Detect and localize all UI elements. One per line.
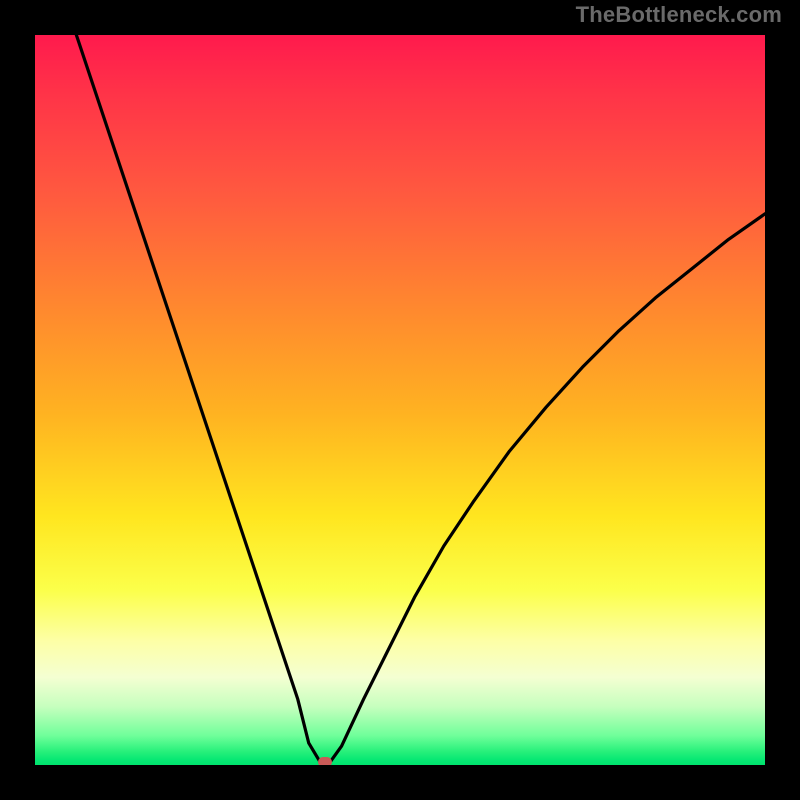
bottleneck-curve bbox=[35, 35, 765, 765]
plot-area bbox=[35, 35, 765, 765]
plot-outer-border bbox=[25, 25, 775, 775]
chart-frame: TheBottleneck.com bbox=[0, 0, 800, 800]
optimal-point-marker bbox=[318, 757, 332, 765]
